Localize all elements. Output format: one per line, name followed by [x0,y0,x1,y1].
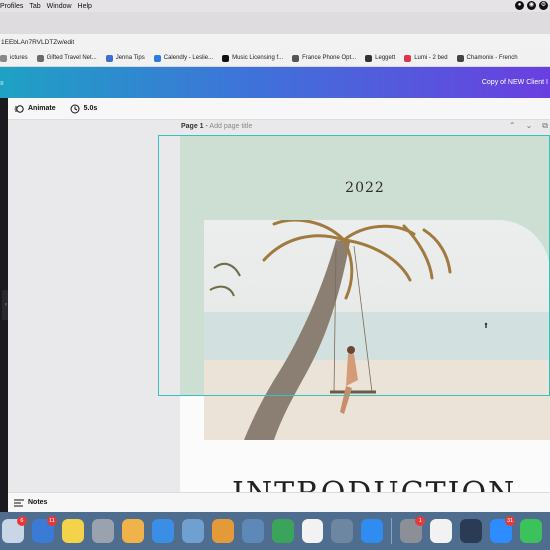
palm-tree-illustration [204,220,550,440]
bookmark-label: France Phone Opt... [302,55,357,61]
photos-app-icon[interactable]: 11 [31,516,57,543]
bookmark-favicon-icon [404,54,412,62]
help-icon[interactable] [331,519,354,543]
bookmark-item[interactable]: ictures [0,54,28,62]
menu-tab[interactable]: Tab [29,3,40,10]
bookmark-label: Gifted Travel Net... [46,55,97,61]
notes-bar[interactable]: Notes [8,492,550,512]
app-store-icon[interactable] [361,519,384,543]
bookmark-item[interactable]: Gifted Travel Net... [36,54,97,62]
mac-dock: 6 11 1 31 [0,512,550,550]
menu-help[interactable]: Help [78,3,92,10]
page-controls: ⌃ ⌄ ⧉ [509,121,548,131]
animate-button[interactable]: Animate [14,104,56,114]
address-bar[interactable]: 1EEbLAn7RVLDTZw/edit [0,34,550,50]
gear-icon[interactable]: ⚙ [539,1,548,10]
messages-chat-icon[interactable] [151,519,174,543]
browser-tab-strip [0,12,550,34]
bookmark-item[interactable]: France Phone Opt... [292,54,357,62]
bookmark-item[interactable]: Leggett [365,54,396,62]
url-text[interactable]: 1EEbLAn7RVLDTZw/edit [1,39,74,46]
bookmark-label: Chamonix - French [466,55,518,61]
bookmark-item[interactable]: Jenna Tips [105,54,145,62]
menu-icon[interactable]: ≡ [0,81,4,87]
facetime-icon[interactable] [520,519,543,543]
year-text[interactable]: 2022 [180,180,550,196]
chrome-icon[interactable] [430,519,453,543]
image-capture-icon[interactable] [241,519,264,543]
photos-icon[interactable] [121,519,144,543]
system-preferences-icon[interactable]: 1 [400,516,426,543]
page-title[interactable]: Page 1 - Add page title [181,123,252,130]
beach-swing-photo[interactable] [204,220,550,440]
menubar-tray: ● ◉ ⚙ [515,1,548,10]
design-page[interactable]: 2022 [180,136,550,492]
menu-window[interactable]: Window [47,3,72,10]
bookmark-favicon-icon [0,54,7,62]
document-title[interactable]: Copy of NEW Client I [482,79,548,86]
bookmark-favicon-icon [36,54,44,62]
bookmark-favicon-icon [292,54,300,62]
mail-icon[interactable]: 6 [2,516,27,543]
bookmark-favicon-icon [105,54,113,62]
notification-badge: 31 [505,516,516,526]
headline-text[interactable]: INTRODUCTION [232,476,550,492]
screen-share-icon[interactable]: ◉ [527,1,536,10]
bookmark-favicon-icon [222,54,230,62]
mac-menubar: Profiles Tab Window Help ● ◉ ⚙ [0,0,550,12]
notification-badge: 6 [16,516,27,526]
bookmark-item[interactable]: Calendly - Leslie... [153,54,214,62]
duplicate-page-icon[interactable]: ⧉ [542,121,548,131]
bookmark-item[interactable]: Music Licensing f... [222,54,284,62]
duration-label: 5.0s [83,105,98,112]
music-icon[interactable] [301,519,324,543]
numbers-icon[interactable] [271,519,294,543]
bookmark-favicon-icon [153,54,161,62]
canva-header: ≡ Copy of NEW Client I [0,67,550,98]
dock-separator [391,518,393,544]
notes-icon [14,499,24,506]
editor-toolbar: Animate 5.0s [8,98,550,120]
bookmark-label: Leggett [375,55,396,61]
bookmark-label: Jenna Tips [115,55,145,61]
bookmark-item[interactable]: Chamonix - French [456,54,518,62]
bookmark-favicon-icon [365,54,373,62]
chevron-down-icon[interactable]: ⌄ [526,121,533,131]
duration-button[interactable]: 5.0s [70,104,98,114]
add-page-title[interactable]: Add page title [209,123,252,130]
bookmark-label: ictures [10,55,28,61]
record-icon[interactable]: ● [515,1,524,10]
notification-badge: 11 [46,516,57,526]
pages-icon[interactable] [211,519,234,543]
quicktime-icon[interactable] [460,519,483,543]
notification-badge: 1 [415,516,426,526]
bookmark-label: Calendly - Leslie... [163,55,214,61]
menu-profiles[interactable]: Profiles [0,3,23,10]
zoom-icon[interactable]: 31 [490,516,516,543]
preview-icon[interactable] [181,519,204,543]
chevron-up-icon[interactable]: ⌃ [509,121,516,131]
clock-icon [70,104,80,113]
animate-label: Animate [28,105,56,112]
bookmark-label: Lumi - 2 bed [414,55,448,61]
page-number: Page 1 [181,123,204,130]
bookmark-favicon-icon [456,54,464,62]
bookmark-item[interactable]: Lumi - 2 bed [404,54,448,62]
bookmark-label: Music Licensing f... [232,55,284,61]
notes-label: Notes [28,499,48,506]
launchpad-icon[interactable] [91,519,114,543]
canvas-area: Page 1 - Add page title ⌃ ⌄ ⧉ 2022 [8,120,550,492]
bookmarks-bar: ictures Gifted Travel Net... Jenna Tips Cal… [0,50,550,67]
notes-icon[interactable] [61,519,84,543]
animate-icon [14,104,24,113]
